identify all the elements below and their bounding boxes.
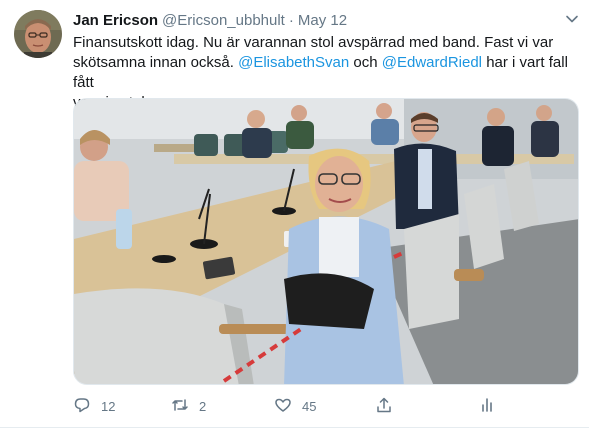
retweet-button[interactable]: 2 [171, 396, 206, 416]
tweet-text-line-2: skötsamna innan också. @ElisabethSvan oc… [73, 53, 573, 93]
author-handle[interactable]: @Ericson_ubbhult [162, 12, 285, 29]
reply-icon [73, 396, 91, 417]
analytics-button[interactable] [478, 396, 496, 416]
avatar-image [14, 10, 62, 58]
meeting-room-photo [74, 99, 578, 384]
mention-elisabethsvan[interactable]: @ElisabethSvan [238, 54, 349, 71]
retweet-icon [171, 396, 189, 417]
share-button[interactable] [375, 396, 393, 416]
tweet-header: Jan Ericson @Ericson_ubbhult · May 12 [73, 11, 347, 31]
tweet-text-connector: och [353, 54, 378, 71]
retweet-count: 2 [199, 398, 207, 414]
like-count: 45 [302, 398, 317, 414]
tweet-date[interactable]: May 12 [298, 12, 347, 29]
like-button[interactable]: 45 [274, 396, 316, 416]
tweet-text-line-1: Finansutskott idag. Nu är varannan stol … [73, 34, 554, 51]
chevron-down-icon[interactable] [565, 12, 579, 26]
author-name[interactable]: Jan Ericson [73, 12, 158, 29]
tweet-text-line-2-start: skötsamna innan också. [73, 54, 234, 71]
heart-icon [274, 396, 292, 417]
mention-edwardriedl[interactable]: @EdwardRiedl [382, 54, 482, 71]
tweet-actions: 12 2 45 [73, 396, 513, 416]
reply-count: 12 [101, 398, 116, 414]
share-icon [375, 396, 393, 417]
tweet-photo[interactable] [73, 98, 579, 385]
reply-button[interactable]: 12 [73, 396, 115, 416]
avatar[interactable] [14, 10, 62, 58]
separator-dot: · [288, 12, 294, 29]
analytics-icon [478, 396, 496, 417]
tweet[interactable]: Jan Ericson @Ericson_ubbhult · May 12 Finan… [0, 0, 589, 428]
